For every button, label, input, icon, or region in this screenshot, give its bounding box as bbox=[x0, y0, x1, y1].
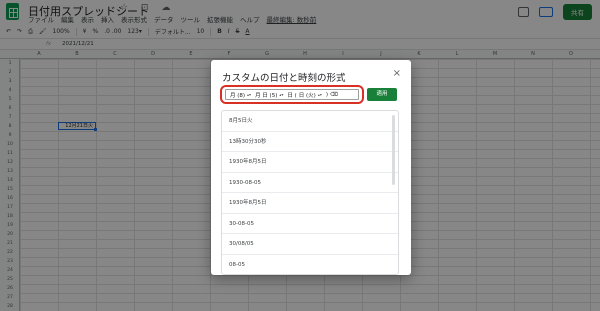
format-option[interactable]: 30-08-05 bbox=[222, 214, 398, 234]
list-scrollbar[interactable] bbox=[392, 115, 395, 185]
chip-dropdown-icon[interactable]: ▴▾ bbox=[247, 92, 251, 97]
format-chip-weekday[interactable]: 日 (火) bbox=[299, 91, 316, 99]
chip-dropdown-icon[interactable]: ▴▾ bbox=[318, 92, 322, 97]
format-option[interactable]: 1930-08-05 bbox=[222, 173, 398, 193]
format-option[interactable]: 13時30分30秒 bbox=[222, 132, 398, 152]
format-chip-month[interactable]: 月 (8) bbox=[230, 91, 245, 99]
format-option[interactable]: 30/08/05 bbox=[222, 234, 398, 255]
format-chip-month-day[interactable]: 月 日 (5) bbox=[255, 91, 277, 99]
format-option[interactable]: 08-05 bbox=[222, 255, 398, 275]
format-chip-literal-open[interactable]: 日 ( bbox=[287, 91, 296, 99]
format-options-list[interactable]: 8月5日火 13時30分30秒 1930年8月5日 1930-08-05 193… bbox=[221, 110, 399, 275]
format-input[interactable]: 月 (8) ▴▾ 月 日 (5) ▴▾ 日 ( 日 (火) ▴▾ ) ⌫ bbox=[225, 89, 359, 100]
backspace-icon[interactable]: ⌫ bbox=[330, 92, 338, 98]
close-icon[interactable]: × bbox=[393, 69, 401, 79]
dialog-title: カスタムの日付と時刻の形式 bbox=[222, 73, 346, 84]
custom-date-time-format-dialog: カスタムの日付と時刻の形式 × 月 (8) ▴▾ 月 日 (5) ▴▾ 日 ( … bbox=[211, 60, 411, 275]
format-option[interactable]: 1930年8月5日 bbox=[222, 152, 398, 173]
format-chip-literal-close[interactable]: ) bbox=[326, 92, 328, 98]
format-option[interactable]: 1930年8月5日 bbox=[222, 193, 398, 214]
format-input-highlight: 月 (8) ▴▾ 月 日 (5) ▴▾ 日 ( 日 (火) ▴▾ ) ⌫ bbox=[220, 85, 364, 104]
chip-dropdown-icon[interactable]: ▴▾ bbox=[279, 92, 283, 97]
apply-button[interactable]: 適用 bbox=[367, 88, 397, 101]
format-option[interactable]: 8月5日火 bbox=[222, 111, 398, 132]
